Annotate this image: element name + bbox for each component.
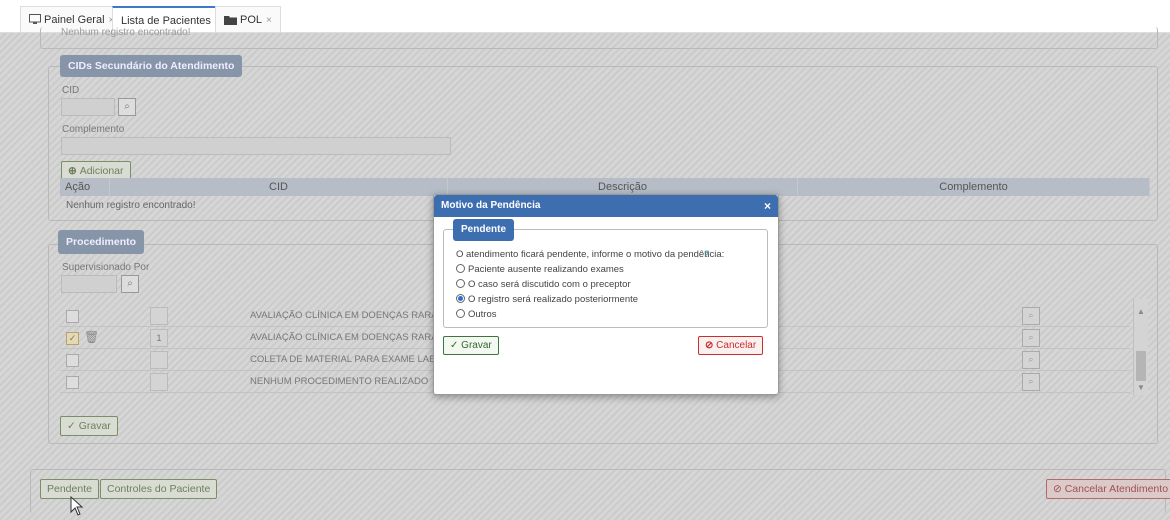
row-checkbox[interactable] (66, 310, 79, 323)
cid-label: CID (62, 85, 80, 96)
add-label: Adicionar (79, 165, 124, 177)
procedure-name: COLETA DE MATERIAL PARA EXAME LABORA (250, 354, 457, 365)
save-label: Gravar (78, 420, 111, 432)
row-checkbox[interactable] (66, 354, 79, 367)
ban-icon: ⊘ (705, 340, 717, 351)
close-icon[interactable]: × (764, 195, 771, 217)
tab-label: Painel Geral (44, 14, 105, 26)
row-checkbox-checked[interactable]: ✓ (66, 332, 79, 345)
search-icon[interactable]: ⌕ (118, 98, 136, 116)
cancelar-atendimento-label: Cancelar Atendimento (1064, 483, 1169, 495)
procedimento-legend: Procedimento (58, 230, 145, 254)
plus-icon: ⊕ (68, 165, 80, 177)
modal-cancel-button[interactable]: ⊘ Cancelar (698, 336, 764, 355)
procedure-name: AVALIAÇÃO CLÍNICA EM DOENÇAS RARAS N (250, 332, 454, 343)
pendente-legend: Pendente (453, 219, 515, 241)
monitor-icon (29, 14, 41, 24)
cid-empty-text: Nenhum registro encontrado! (66, 200, 196, 211)
cid-section-legend: CIDs Secundário do Atendimento (60, 55, 243, 77)
trash-icon[interactable]: 🗑 (84, 330, 99, 344)
quantity-field[interactable] (150, 351, 168, 369)
modal-header: Motivo da Pendência × (434, 195, 778, 217)
quantity-field[interactable] (150, 373, 168, 391)
help-icon[interactable]: ? (704, 249, 710, 260)
search-icon[interactable]: ⌕ (1022, 373, 1040, 391)
radio-label[interactable]: O registro será realizado posteriormente (468, 294, 638, 305)
search-icon[interactable]: ⌕ (1022, 329, 1040, 347)
radio-label[interactable]: Outros (468, 309, 497, 320)
tab-label: POL (240, 14, 263, 26)
top-panel: Nenhum registro encontrado! (40, 27, 1158, 49)
modal-title: Motivo da Pendência (441, 200, 541, 211)
modal-save-label: Gravar (461, 340, 492, 351)
scroll-down-icon[interactable]: ▼ (1137, 383, 1145, 392)
close-icon[interactable]: × (266, 15, 272, 26)
search-icon[interactable]: ⌕ (1022, 351, 1040, 369)
complemento-label: Complemento (62, 124, 125, 135)
supervisionado-label: Supervisionado Por (62, 262, 150, 273)
top-partial-text: Nenhum registro encontrado! (61, 27, 191, 38)
check-icon: ✓ (67, 420, 79, 432)
cancelar-atendimento-button[interactable]: ⊘ Cancelar Atendimento (1046, 479, 1170, 499)
radio-outros[interactable] (456, 309, 465, 318)
search-icon[interactable]: ⌕ (1022, 307, 1040, 325)
quantity-field[interactable]: 1 (150, 329, 168, 347)
column-header-acao: Ação (60, 178, 110, 196)
modal-cancel-label: Cancelar (716, 340, 757, 351)
search-icon[interactable]: ⌕ (121, 275, 139, 293)
radio-caso-discutido[interactable] (456, 279, 465, 288)
modal-save-button[interactable]: ✓ Gravar (443, 336, 499, 355)
tab-label: Lista de Pacientes (121, 15, 211, 27)
scrollbar-thumb[interactable] (1136, 351, 1146, 381)
radio-label[interactable]: O caso será discutido com o preceptor (468, 279, 631, 290)
mouse-cursor-icon (70, 496, 84, 516)
column-header-cid: CID (110, 178, 448, 196)
save-procedimento-button[interactable]: ✓ Gravar (60, 416, 118, 436)
complemento-input[interactable] (61, 137, 451, 155)
cid-input[interactable] (61, 98, 115, 116)
radio-paciente-ausente[interactable] (456, 264, 465, 273)
column-header-complemento: Complemento (798, 178, 1150, 196)
scroll-up-icon[interactable]: ▲ (1137, 307, 1145, 316)
folder-icon (224, 16, 237, 25)
procedure-name: AVALIAÇÃO CLÍNICA EM DOENÇAS RARAS - (250, 310, 450, 321)
procedure-name: NENHUM PROCEDIMENTO REALIZADO (250, 376, 429, 387)
pendencia-prompt: O atendimento ficará pendente, informe o… (456, 249, 725, 260)
controles-paciente-button[interactable]: Controles do Paciente (100, 479, 218, 499)
quantity-field[interactable] (150, 307, 168, 325)
ban-icon: ⊘ (1053, 483, 1065, 495)
radio-registro-posterior[interactable] (456, 294, 465, 303)
check-icon: ✓ (450, 340, 462, 351)
row-checkbox[interactable] (66, 376, 79, 389)
radio-label[interactable]: Paciente ausente realizando exames (468, 264, 624, 275)
table-scrollbar[interactable]: ▲ ▼ (1133, 299, 1148, 395)
pendencia-modal: Motivo da Pendência × Pendente O atendim… (433, 194, 779, 395)
supervisionado-input[interactable] (61, 275, 117, 293)
